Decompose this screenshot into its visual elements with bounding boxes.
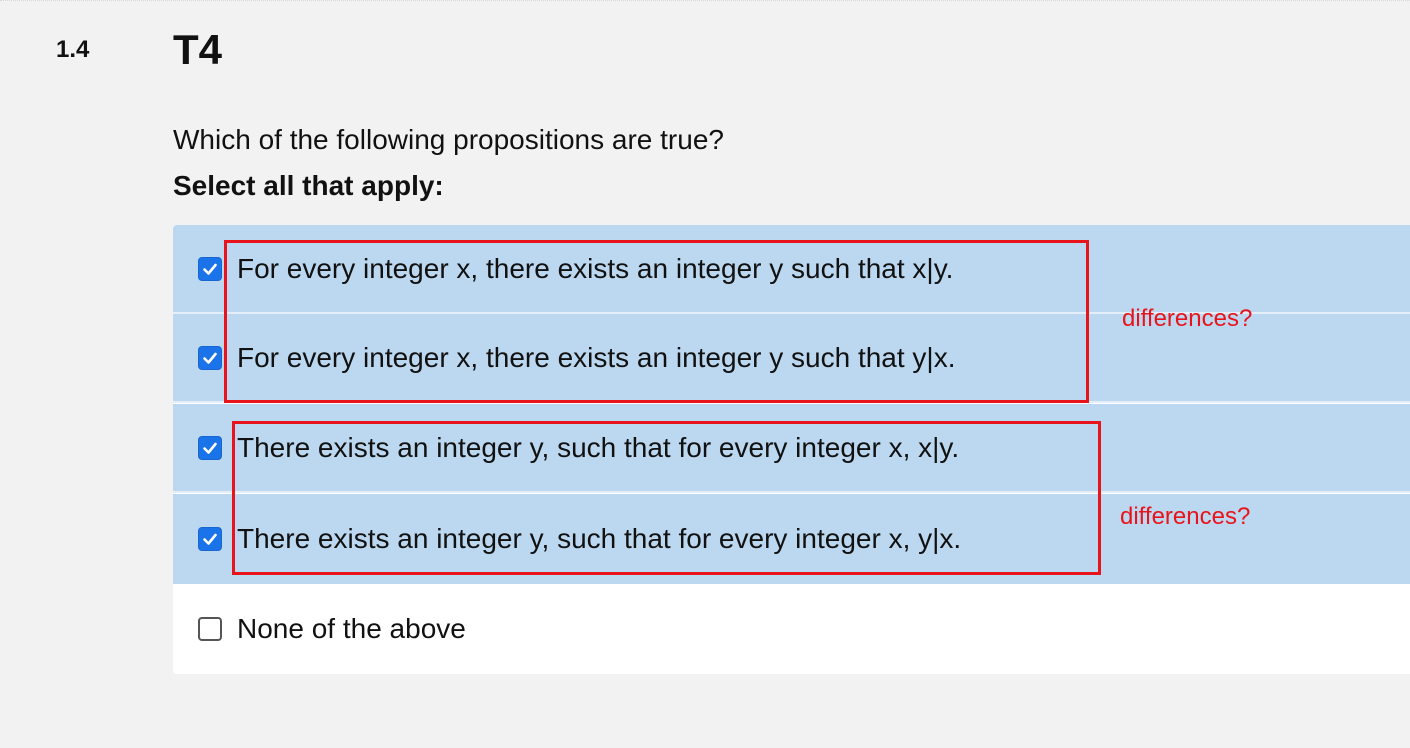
option-2-label: For every integer x, there exists an int… (237, 341, 956, 373)
top-divider (0, 0, 1410, 1)
option-none[interactable]: None of the above (173, 584, 1410, 674)
checkmark-icon (203, 352, 217, 364)
question-prompt: Which of the following propositions are … (173, 124, 724, 155)
option-3[interactable]: There exists an integer y, such that for… (173, 404, 1410, 493)
question-instruction: Select all that apply: (173, 170, 444, 201)
option-none-label: None of the above (237, 613, 466, 644)
option-4-checkbox[interactable] (198, 527, 222, 551)
option-3-label: There exists an integer y, such that for… (237, 431, 960, 463)
option-3-checkbox[interactable] (198, 435, 222, 460)
checkmark-icon (203, 533, 217, 545)
option-2-checkbox[interactable] (198, 345, 222, 370)
option-1-label: For every integer x, there exists an int… (237, 252, 954, 284)
question-number: 1.4 (56, 36, 90, 63)
annotation-note-top: differences? (1122, 305, 1253, 332)
checkmark-icon (203, 442, 217, 454)
option-4-label: There exists an integer y, such that for… (237, 523, 962, 554)
option-none-checkbox[interactable] (198, 617, 222, 641)
checkmark-icon (203, 263, 217, 275)
option-1[interactable]: For every integer x, there exists an int… (173, 225, 1410, 314)
question-title: T4 (173, 26, 223, 73)
annotation-note-bottom: differences? (1120, 503, 1251, 530)
option-1-checkbox[interactable] (198, 256, 222, 281)
answer-options: For every integer x, there exists an int… (173, 225, 1410, 674)
